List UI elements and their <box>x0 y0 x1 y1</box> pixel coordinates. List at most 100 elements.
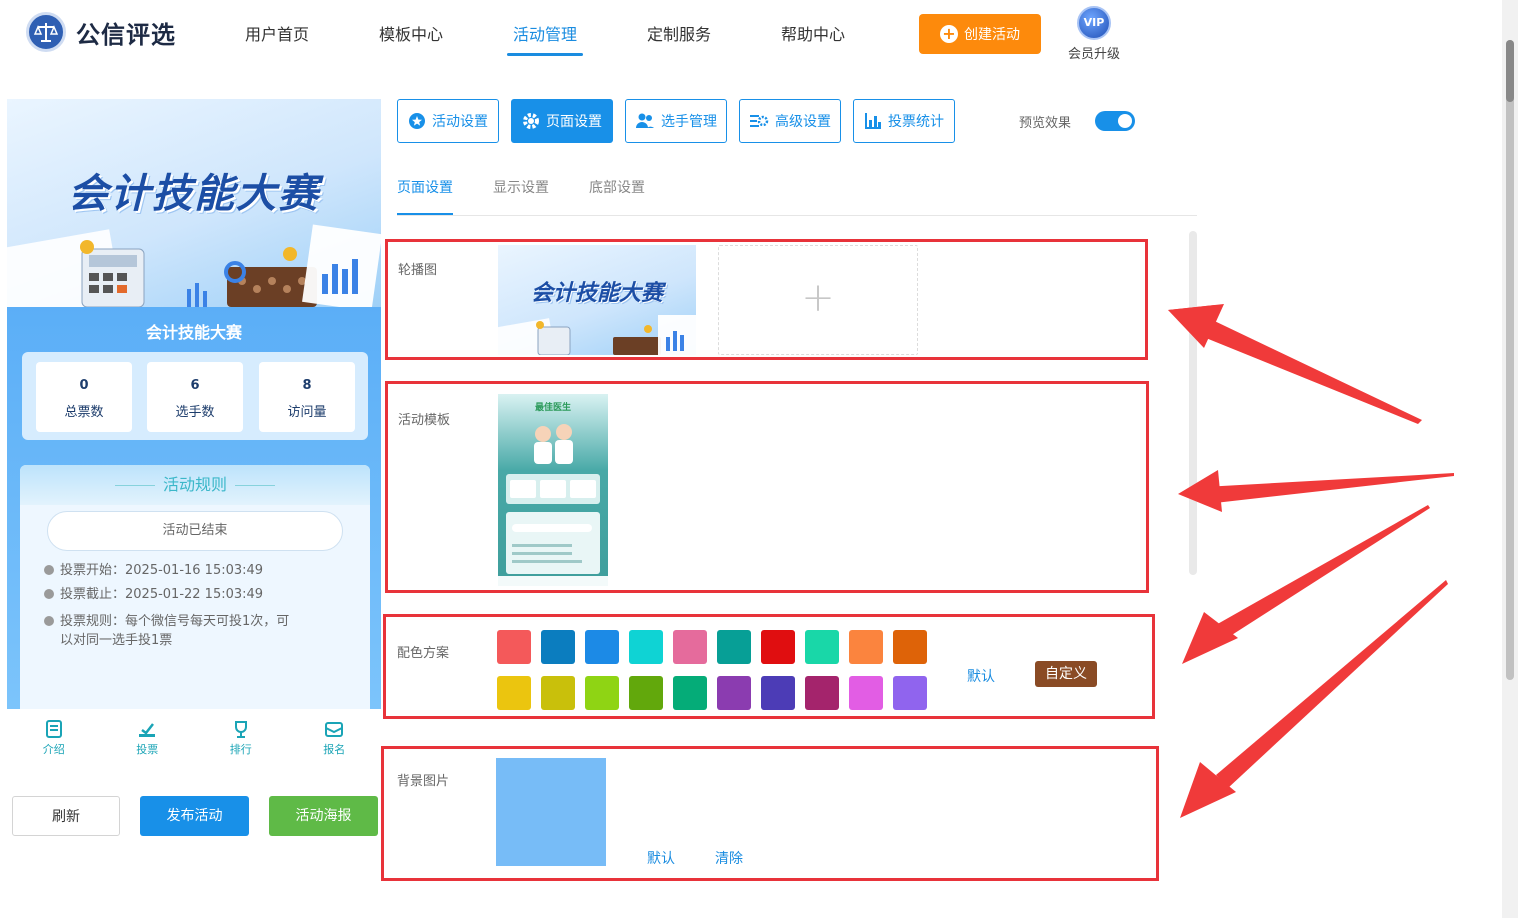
clock-icon <box>44 589 54 599</box>
custom-color-button[interactable]: 自定义 <box>1035 661 1097 687</box>
carousel-section: 轮播图 会计技能大赛 + <box>385 239 1148 360</box>
color-swatch[interactable] <box>849 676 883 710</box>
arrow-to-carousel-body <box>1196 316 1422 424</box>
subtab-display-settings[interactable]: 显示设置 <box>493 177 549 197</box>
preview-banner: 会计技能大赛 <box>7 99 381 307</box>
template-illustration <box>498 424 608 586</box>
arrow-to-template-head <box>1178 470 1222 512</box>
nav-templates[interactable]: 模板中心 <box>344 0 478 70</box>
color-swatch[interactable] <box>629 630 663 664</box>
nav-activity-management[interactable]: 活动管理 <box>478 0 612 70</box>
color-swatch[interactable] <box>761 630 795 664</box>
default-background-link[interactable]: 默认 <box>647 848 675 868</box>
color-swatch[interactable] <box>893 630 927 664</box>
subtabs: 页面设置 显示设置 底部设置 <box>397 165 1197 216</box>
stat-value: 0 <box>79 378 89 393</box>
color-swatch[interactable] <box>673 630 707 664</box>
color-scheme-label: 配色方案 <box>397 646 450 661</box>
activity-title: 会计技能大赛 <box>145 323 242 342</box>
stats-panel: 0 总票数 6 选手数 8 访问量 <box>22 352 368 440</box>
publish-activity-button[interactable]: 发布活动 <box>140 796 249 836</box>
carousel-image[interactable]: 会计技能大赛 <box>498 245 696 355</box>
tool-label: 活动设置 <box>432 114 488 130</box>
advanced-settings-button[interactable]: 高级设置 <box>739 99 841 143</box>
carousel-label: 轮播图 <box>398 263 438 278</box>
tool-label: 投票统计 <box>888 114 944 130</box>
subtab-footer-settings[interactable]: 底部设置 <box>589 177 645 197</box>
tab-signup[interactable]: 报名 <box>288 709 382 769</box>
color-swatch[interactable] <box>585 630 619 664</box>
top-header: 公信评选 用户首页 模板中心 活动管理 定制服务 帮助中心 + 创建活动 VIP… <box>0 0 1500 70</box>
color-swatch[interactable] <box>849 630 883 664</box>
color-swatch[interactable] <box>893 676 927 710</box>
color-swatch[interactable] <box>673 676 707 710</box>
color-swatch[interactable] <box>497 630 531 664</box>
stat-label: 选手数 <box>175 405 215 420</box>
preview-effect-label: 预览效果 <box>1019 116 1072 131</box>
stat-label: 总票数 <box>64 405 104 420</box>
color-scheme-section: 配色方案 默认 自定义 <box>383 614 1155 719</box>
default-color-link[interactable]: 默认 <box>967 666 995 686</box>
page-scrollbar[interactable] <box>1502 0 1518 918</box>
rule-voting: 投票规则：每个微信号每天可投1次，可以对同一选手投1票 <box>44 612 290 650</box>
color-swatch[interactable] <box>717 630 751 664</box>
rules-title: 活动规则 <box>162 475 227 494</box>
color-swatch[interactable] <box>541 676 575 710</box>
vip-badge-icon: VIP <box>1077 6 1111 40</box>
stat-total-votes: 0 总票数 <box>36 362 132 432</box>
background-image-label: 背景图片 <box>397 774 450 789</box>
rules-panel: 活动规则 活动已结束 投票开始：2025-01-16 15:03:49 投票截止… <box>20 465 370 709</box>
preview-effect-toggle[interactable] <box>1095 111 1135 131</box>
vote-statistics-button[interactable]: 投票统计 <box>853 99 955 143</box>
clock-icon <box>44 565 54 575</box>
tool-label: 高级设置 <box>775 114 831 130</box>
nav-custom-service[interactable]: 定制服务 <box>612 0 746 70</box>
color-swatch[interactable] <box>805 676 839 710</box>
vip-upgrade[interactable]: VIP 会员升级 <box>1062 6 1126 62</box>
add-carousel-image-button[interactable]: + <box>718 245 918 355</box>
scrollbar-track-fill <box>1506 40 1514 680</box>
annotation-arrows <box>1168 304 1454 818</box>
arrow-to-colors-body <box>1214 505 1430 640</box>
logo[interactable]: 公信评选 <box>26 12 176 52</box>
tab-label: 报名 <box>323 743 346 756</box>
vip-upgrade-label: 会员升级 <box>1067 47 1120 62</box>
subtab-page-settings[interactable]: 页面设置 <box>397 177 453 215</box>
color-swatch[interactable] <box>761 676 795 710</box>
activity-poster-button[interactable]: 活动海报 <box>269 796 378 836</box>
clear-background-link[interactable]: 清除 <box>715 848 743 868</box>
preview-tabbar: 介绍 投票 排行 报名 <box>7 709 381 769</box>
background-image-preview[interactable] <box>496 758 606 866</box>
logo-text: 公信评选 <box>76 20 176 49</box>
color-swatch[interactable] <box>585 676 619 710</box>
nav-home[interactable]: 用户首页 <box>210 0 344 70</box>
bar-chart-icon <box>865 113 881 129</box>
tab-ranking[interactable]: 排行 <box>194 709 288 769</box>
vote-box-icon <box>139 723 156 737</box>
info-icon <box>44 616 54 626</box>
tool-label: 页面设置 <box>546 114 602 130</box>
color-swatch[interactable] <box>805 630 839 664</box>
color-swatch[interactable] <box>541 630 575 664</box>
template-thumbnail[interactable]: 最佳医生 <box>498 394 608 586</box>
contestant-management-button[interactable]: 选手管理 <box>625 99 727 143</box>
plus-circle-icon: + <box>940 25 958 43</box>
activity-settings-button[interactable]: 活动设置 <box>397 99 499 143</box>
nav-help[interactable]: 帮助中心 <box>746 0 880 70</box>
tab-vote[interactable]: 投票 <box>101 709 195 769</box>
background-image-section: 背景图片 默认 清除 <box>381 746 1159 881</box>
tab-intro[interactable]: 介绍 <box>7 709 101 769</box>
create-activity-button[interactable]: + 创建活动 <box>919 14 1041 54</box>
document-icon <box>45 720 62 738</box>
color-swatch[interactable] <box>629 676 663 710</box>
color-swatch[interactable] <box>497 676 531 710</box>
template-label: 活动模板 <box>398 413 451 428</box>
refresh-button[interactable]: 刷新 <box>12 796 120 836</box>
color-swatch[interactable] <box>717 676 751 710</box>
toggle-knob <box>1118 114 1132 128</box>
carousel-image-title: 会计技能大赛 <box>530 281 663 306</box>
scrollbar-thumb[interactable] <box>1506 40 1514 102</box>
activity-status: 活动已结束 <box>47 511 343 551</box>
stat-label: 访问量 <box>287 405 327 420</box>
page-settings-button[interactable]: 页面设置 <box>511 99 613 143</box>
